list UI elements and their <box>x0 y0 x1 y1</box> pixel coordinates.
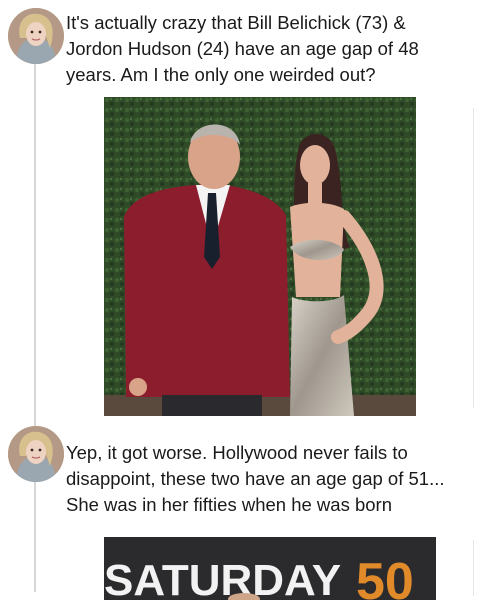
post-2-photo[interactable]: SATURDAY 50 <box>104 537 436 600</box>
avatar-user-icon <box>8 8 64 64</box>
post-1-avatar[interactable] <box>8 8 64 64</box>
avatar-user-icon <box>8 426 64 482</box>
banner-saturday-text: SATURDAY <box>104 556 341 600</box>
right-edge-divider <box>473 108 474 408</box>
post-2-avatar[interactable] <box>8 426 64 482</box>
post-2-text: Yep, it got worse. Hollywood never fails… <box>66 442 445 515</box>
banner-fifty-text: 50 <box>356 553 414 600</box>
right-edge-divider-lower <box>473 540 474 596</box>
thread-connector-line <box>34 62 36 592</box>
post-1-photo[interactable] <box>104 97 416 416</box>
post-1-text: It's actually crazy that Bill Belichick … <box>66 12 419 85</box>
